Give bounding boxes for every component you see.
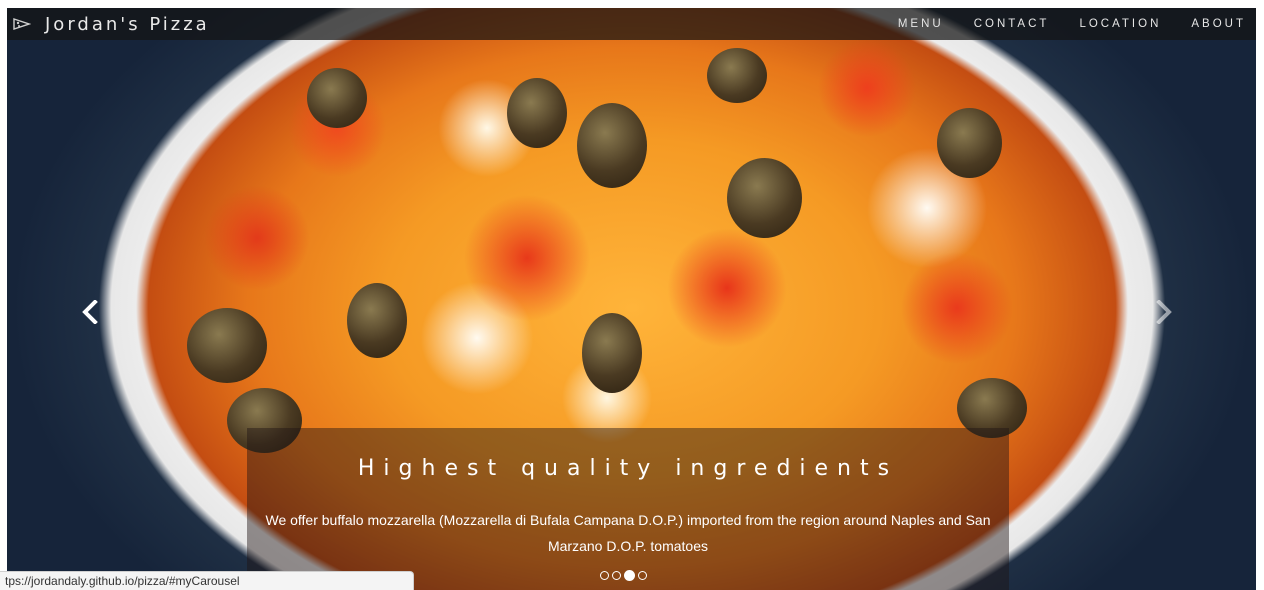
olive-topping [187,308,267,383]
nav-link-about[interactable]: ABOUT [1191,18,1246,30]
olive-topping [937,108,1002,178]
caption-title: Highest quality ingredients [357,456,899,481]
olive-topping [307,68,367,128]
navbar: Jordan's Pizza MENU CONTACT LOCATION ABO… [7,8,1256,40]
brand-name[interactable]: Jordan's Pizza [45,14,210,35]
carousel-indicator-1[interactable] [600,571,609,580]
chevron-right-icon[interactable] [1151,300,1175,324]
carousel-indicators [600,570,650,581]
olive-topping [582,313,642,393]
status-url: tps://jordandaly.github.io/pizza/#myCaro… [5,574,240,588]
olive-topping [577,103,647,188]
chevron-left-icon[interactable] [79,300,103,324]
carousel-indicator-3[interactable] [624,570,635,581]
carousel-indicator-2[interactable] [612,571,621,580]
nav-link-location[interactable]: LOCATION [1079,18,1161,30]
olive-topping [707,48,767,103]
olive-topping [507,78,567,148]
carousel-indicator-4[interactable] [638,571,647,580]
nav-link-contact[interactable]: CONTACT [974,18,1050,30]
browser-status-bar: tps://jordandaly.github.io/pizza/#myCaro… [0,571,414,590]
olive-topping [727,158,802,238]
nav-link-menu[interactable]: MENU [898,18,944,30]
nav-links: MENU CONTACT LOCATION ABOUT [868,8,1256,40]
hero-carousel: Jordan's Pizza MENU CONTACT LOCATION ABO… [7,8,1256,590]
pizza-slice-icon [13,18,31,30]
caption-text: We offer buffalo mozzarella (Mozzarella … [265,512,991,554]
carousel-caption: Highest quality ingredients We offer buf… [247,428,1009,590]
olive-topping [347,283,407,358]
brand[interactable]: Jordan's Pizza [7,8,210,40]
